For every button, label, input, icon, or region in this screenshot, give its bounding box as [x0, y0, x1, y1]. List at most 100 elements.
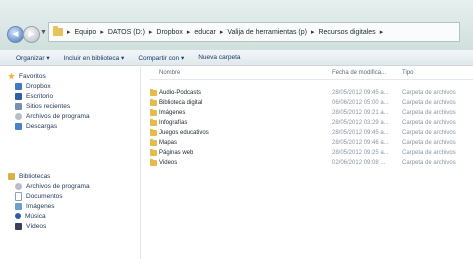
file-row[interactable]: Biblioteca digital 06/06/2012 05:00 a...…	[150, 99, 473, 108]
file-name: Audio-Podcasts	[159, 90, 202, 96]
nav-label: Música	[25, 212, 46, 220]
folder-icon	[150, 119, 157, 126]
breadcrumb-separator-icon[interactable]: ▸	[149, 28, 153, 36]
file-row[interactable]: Audio-Podcasts 28/05/2012 09:45 a... Car…	[150, 89, 473, 98]
file-date: 02/06/2012 09:08 ...	[332, 160, 386, 166]
star-icon	[8, 72, 15, 80]
breadcrumb-separator-icon[interactable]: ▸	[220, 28, 224, 36]
file-name: Biblioteca digital	[159, 100, 203, 106]
nav-item-program-files-library[interactable]: Archivos de programa	[15, 181, 90, 191]
nav-label: Archivos de programa	[26, 182, 90, 190]
nav-item-downloads[interactable]: Descargas	[15, 121, 57, 131]
file-type: Carpeta de archivos	[402, 110, 456, 116]
breadcrumb-separator-icon[interactable]: ▸	[311, 28, 315, 36]
nav-libraries-header[interactable]: Bibliotecas	[8, 171, 50, 181]
file-type: Carpeta de archivos	[402, 150, 456, 156]
file-list: Nombre Fecha de modifica... Tipo Audio-P…	[150, 67, 473, 259]
file-row[interactable]: Páginas web 28/05/2012 09:25 a... Carpet…	[150, 149, 473, 158]
file-name: Juegos educativos	[159, 130, 209, 136]
downloads-icon	[15, 122, 22, 130]
file-date: 28/05/2012 09:45 a...	[332, 90, 389, 96]
file-row[interactable]: Juegos educativos 28/05/2012 09:45 a... …	[150, 129, 473, 138]
folder-icon	[150, 159, 157, 166]
dropbox-icon	[15, 82, 22, 90]
forward-button[interactable]: ►	[23, 26, 40, 43]
program-files-icon	[15, 112, 22, 120]
music-icon	[15, 213, 21, 219]
file-name: Imágenes	[159, 110, 186, 116]
nav-item-recent-places[interactable]: Sitios recientes	[15, 101, 70, 111]
command-bar: Organizar ▾ Incluir en biblioteca ▾ Comp…	[0, 50, 473, 66]
nav-label: Escritorio	[26, 92, 54, 100]
breadcrumb-item[interactable]: Valija de herramientas (p)	[227, 29, 307, 36]
nav-item-documents[interactable]: Documentos	[15, 191, 63, 201]
new-folder-button[interactable]: Nueva carpeta	[198, 54, 240, 61]
file-type: Carpeta de archivos	[402, 160, 456, 166]
column-header-name[interactable]: Nombre	[159, 70, 180, 76]
breadcrumb-separator-icon[interactable]: ▸	[187, 28, 191, 36]
breadcrumb-item[interactable]: Equipo	[75, 29, 97, 36]
libraries-icon	[8, 172, 15, 180]
file-type: Carpeta de archivos	[402, 90, 456, 96]
address-bar-area: ◄ ► ▼ ▸ Equipo ▸ DATOS (D:) ▸ Dropbox ▸ …	[0, 0, 473, 51]
history-dropdown-icon[interactable]: ▼	[40, 29, 47, 36]
nav-item-desktop[interactable]: Escritorio	[15, 91, 53, 101]
nav-item-music[interactable]: Música	[15, 211, 46, 221]
file-type: Carpeta de archivos	[402, 130, 456, 136]
nav-item-pictures[interactable]: Imágenes	[15, 201, 55, 211]
file-date: 28/05/2012 09:45 a...	[332, 130, 389, 136]
share-with-button[interactable]: Compartir con ▾	[138, 54, 184, 62]
nav-label: Favoritos	[19, 72, 46, 80]
folder-icon	[150, 129, 157, 136]
nav-item-videos[interactable]: Vídeos	[15, 221, 46, 231]
nav-label: Descargas	[26, 122, 58, 130]
nav-label: Sitios recientes	[26, 102, 71, 110]
organize-button[interactable]: Organizar ▾	[16, 54, 50, 62]
file-row[interactable]: Videos 02/06/2012 09:08 ... Carpeta de a…	[150, 159, 473, 168]
breadcrumb-separator-icon[interactable]: ▸	[380, 28, 384, 36]
folder-icon	[150, 139, 157, 146]
file-type: Carpeta de archivos	[402, 120, 456, 126]
file-type: Carpeta de archivos	[402, 140, 456, 146]
file-date: 28/05/2012 09:46 a...	[332, 140, 389, 146]
file-date: 28/05/2012 09:25 a...	[332, 150, 389, 156]
nav-label: Dropbox	[26, 82, 51, 90]
breadcrumb-separator-icon[interactable]: ▸	[100, 28, 104, 36]
folder-icon	[150, 109, 157, 116]
header-divider	[150, 79, 473, 80]
file-row[interactable]: Infografías 28/05/2012 03:29 a... Carpet…	[150, 119, 473, 128]
file-type: Carpeta de archivos	[402, 100, 456, 106]
include-in-library-button[interactable]: Incluir en biblioteca ▾	[64, 54, 125, 62]
documents-icon	[15, 191, 22, 201]
file-name: Infografías	[159, 120, 188, 126]
nav-label: Archivos de programa	[26, 112, 90, 120]
column-header-type[interactable]: Tipo	[402, 70, 413, 76]
desktop-icon	[15, 92, 22, 100]
nav-favorites-header[interactable]: Favoritos	[8, 71, 46, 81]
breadcrumb-separator-icon[interactable]: ▸	[67, 28, 71, 36]
program-files-icon	[15, 182, 22, 190]
navigation-pane: Favoritos Dropbox Escritorio Sitios reci…	[0, 67, 141, 259]
column-header-date[interactable]: Fecha de modifica...	[332, 70, 386, 76]
address-field[interactable]: ▸ Equipo ▸ DATOS (D:) ▸ Dropbox ▸ educar…	[48, 22, 460, 42]
nav-label: Imágenes	[26, 202, 55, 210]
back-arrow-icon: ◄	[10, 29, 21, 40]
breadcrumb-item[interactable]: DATOS (D:)	[108, 29, 145, 36]
breadcrumb-item[interactable]: Dropbox	[156, 29, 182, 36]
pictures-icon	[15, 202, 22, 210]
videos-icon	[15, 222, 22, 230]
nav-item-dropbox[interactable]: Dropbox	[15, 81, 51, 91]
file-row[interactable]: Imágenes 28/05/2012 09:21 a... Carpeta d…	[150, 109, 473, 118]
back-button[interactable]: ◄	[7, 26, 24, 43]
folder-icon	[150, 149, 157, 156]
breadcrumb-item[interactable]: Recursos digitales	[318, 29, 375, 36]
file-name: Mapas	[159, 140, 178, 146]
nav-label: Bibliotecas	[19, 172, 51, 180]
nav-item-program-files[interactable]: Archivos de programa	[15, 111, 90, 121]
folder-icon	[53, 26, 63, 36]
file-name: Videos	[159, 160, 178, 166]
breadcrumb-item[interactable]: educar	[194, 29, 215, 36]
file-row[interactable]: Mapas 28/05/2012 09:46 a... Carpeta de a…	[150, 139, 473, 148]
file-date: 28/05/2012 03:29 a...	[332, 120, 389, 126]
folder-icon	[150, 99, 157, 106]
